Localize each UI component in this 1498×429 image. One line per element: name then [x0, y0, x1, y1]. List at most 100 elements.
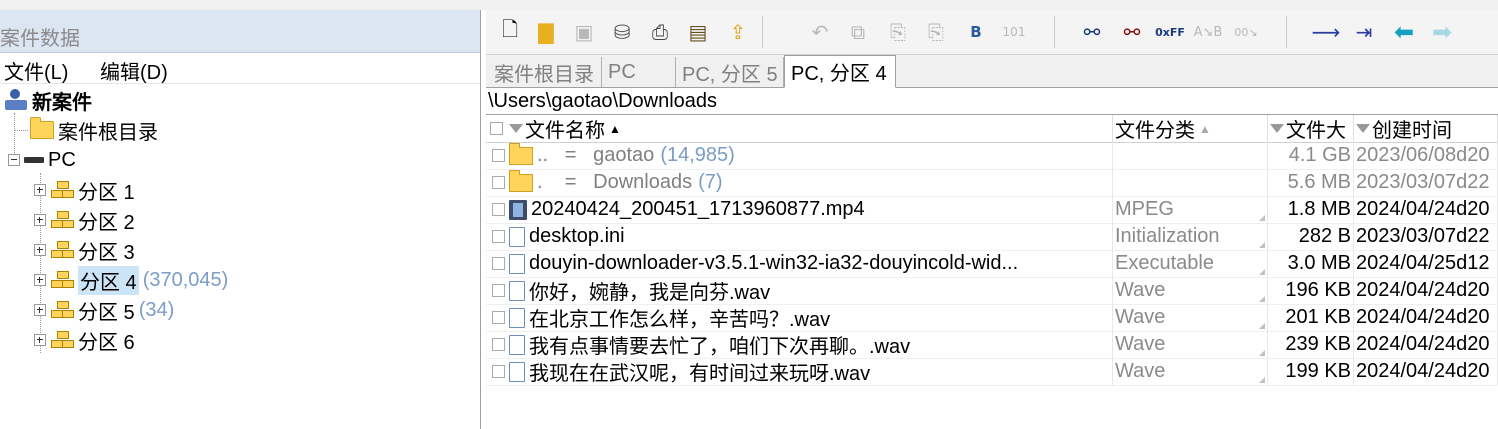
- tree-node-root-dir[interactable]: 案件根目录: [30, 115, 158, 145]
- cell-created: 2023/06/08d20: [1354, 142, 1498, 169]
- table-row[interactable]: 20240424_200451_1713960877.mp4 MPEG 1.8 MB…: [486, 196, 1498, 224]
- paste-icon[interactable]: ⎘: [884, 18, 912, 46]
- row-checkbox[interactable]: [492, 230, 505, 243]
- new-case-icon[interactable]: 🗋: [496, 17, 524, 46]
- video-file-icon: [509, 199, 527, 220]
- filter-icon[interactable]: [1270, 124, 1284, 133]
- table-row[interactable]: desktop.ini Initialization 282 B 2023/03/07…: [486, 223, 1498, 251]
- row-checkbox[interactable]: [492, 257, 505, 270]
- cell-type: Wave: [1113, 277, 1268, 304]
- cell-type: [1113, 142, 1268, 169]
- binoculars-icon[interactable]: ⚯: [1078, 18, 1106, 46]
- expand-icon[interactable]: [34, 304, 46, 316]
- forward-icon[interactable]: ➡: [1428, 18, 1456, 46]
- table-row[interactable]: 我有点事情要去忙了，咱们下次再聊。.wav Wave 239 KB 2024/04/2…: [486, 331, 1498, 359]
- tree-node-partition-2[interactable]: 分区 2: [34, 205, 135, 235]
- table-row[interactable]: .. = gaotao (14,985) 4.1 GB 2023/06/08d20: [486, 142, 1498, 170]
- bin-icon[interactable]: 101: [1000, 18, 1028, 46]
- col-size[interactable]: 文件大: [1268, 115, 1354, 142]
- case-data-menu: 文件(L) 编辑(D): [0, 53, 480, 84]
- save-icon[interactable]: ▣: [570, 18, 598, 46]
- cell-size: 201 KB: [1268, 304, 1354, 331]
- expand-icon[interactable]: [34, 214, 46, 226]
- cell-type: MPEG: [1113, 196, 1268, 223]
- row-checkbox[interactable]: [492, 203, 505, 216]
- paste-special-icon[interactable]: ⎘: [922, 18, 950, 46]
- cell-filename: desktop.ini: [486, 223, 1113, 250]
- tree-node-partition-4[interactable]: 分区 4 (370,045): [34, 265, 228, 295]
- toolbar: 🗋 ▇ ▣ ⛁ ⎙ ▤ ⇪ ↶ ⧉ ⎘ ⎘ B 101 ⚯ ⚯ 0xFF A↘B…: [486, 10, 1498, 55]
- cell-type: Wave: [1113, 304, 1268, 331]
- expand-icon[interactable]: [34, 244, 46, 256]
- upload-icon[interactable]: ⇪: [724, 18, 752, 46]
- file-icon: [509, 307, 525, 328]
- row-checkbox[interactable]: [492, 338, 505, 351]
- row-checkbox[interactable]: [492, 284, 505, 297]
- cell-created: 2024/04/24d20: [1354, 196, 1498, 223]
- edit-menu[interactable]: 编辑(D): [100, 56, 168, 85]
- expand-icon[interactable]: [34, 334, 46, 346]
- disk-icon[interactable]: ⛁: [608, 18, 636, 46]
- hex-replace-icon[interactable]: 00↘: [1232, 18, 1260, 46]
- expand-icon[interactable]: [34, 184, 46, 196]
- partition-icon: [50, 241, 74, 259]
- partition-icon: [50, 211, 74, 229]
- case-data-title: 案件数据: [0, 28, 80, 50]
- undo-icon[interactable]: ↶: [806, 18, 834, 46]
- go-to-mark-icon[interactable]: ⇥: [1350, 18, 1378, 46]
- col-filename[interactable]: 文件名称 ▲: [486, 115, 1113, 142]
- row-checkbox[interactable]: [492, 365, 505, 378]
- tab-case-root[interactable]: 案件根目录: [488, 57, 602, 87]
- cell-size: 5.6 MB: [1268, 169, 1354, 196]
- copy-icon[interactable]: ⧉: [844, 18, 872, 46]
- back-icon[interactable]: ⬅: [1390, 18, 1418, 46]
- table-row[interactable]: douyin-downloader-v3.5.1-win32-ia32-douy…: [486, 250, 1498, 278]
- binoculars-red-icon[interactable]: ⚯: [1118, 18, 1146, 46]
- row-checkbox[interactable]: [492, 311, 505, 324]
- filter-icon[interactable]: [509, 124, 523, 133]
- table-row[interactable]: 你好，婉静，我是向芬.wav Wave 196 KB 2024/04/24d20: [486, 277, 1498, 305]
- row-checkbox[interactable]: [492, 149, 505, 162]
- tree-node-pc[interactable]: PC: [8, 145, 76, 175]
- cell-type: Initialization: [1113, 223, 1268, 250]
- case-data-panel: 案件数据 文件(L) 编辑(D) 新案件 案件根目录 PC 分区 1 分区 2 …: [0, 10, 481, 429]
- tree-node-partition-3[interactable]: 分区 3: [34, 235, 135, 265]
- row-checkbox[interactable]: [492, 176, 505, 189]
- cell-created: 2024/04/24d20: [1354, 331, 1498, 358]
- cell-size: 1.8 MB: [1268, 196, 1354, 223]
- col-created[interactable]: 创建时间: [1354, 115, 1498, 142]
- file-icon: [509, 226, 525, 247]
- table-row[interactable]: . = Downloads (7) 5.6 MB 2023/03/07d22: [486, 169, 1498, 197]
- tab-pc-partition-4[interactable]: PC, 分区 4: [784, 55, 896, 88]
- printer-icon[interactable]: ⎙: [646, 18, 674, 46]
- tree-node-partition-6[interactable]: 分区 6: [34, 325, 135, 355]
- collapse-icon[interactable]: [8, 154, 20, 166]
- open-folder-icon[interactable]: ▇: [532, 18, 560, 46]
- file-icon: [509, 253, 525, 274]
- cell-size: 282 B: [1268, 223, 1354, 250]
- cell-type: [1113, 169, 1268, 196]
- tab-pc[interactable]: PC: [602, 57, 676, 87]
- table-row[interactable]: 在北京工作怎么样，辛苦吗？.wav Wave 201 KB 2024/04/24d20: [486, 304, 1498, 332]
- case-icon: [4, 89, 28, 111]
- replace-icon[interactable]: A↘B: [1194, 18, 1223, 46]
- col-type[interactable]: 文件分类 ▲: [1113, 115, 1268, 142]
- drive-icon: [24, 157, 44, 163]
- hex-b-icon[interactable]: B: [962, 18, 990, 46]
- properties-icon[interactable]: ▤: [684, 18, 712, 46]
- expand-icon[interactable]: [34, 274, 46, 286]
- cell-created: 2023/03/07d22: [1354, 223, 1498, 250]
- tree-node-partition-1[interactable]: 分区 1: [34, 175, 135, 205]
- table-row[interactable]: 我现在在武汉呢，有时间过来玩呀.wav Wave 199 KB 2024/04/24d…: [486, 358, 1498, 386]
- tree-node-partition-5[interactable]: 分区 5 (34): [34, 295, 174, 325]
- tab-pc-partition-5[interactable]: PC, 分区 5: [676, 57, 784, 87]
- cell-filename: 20240424_200451_1713960877.mp4: [486, 196, 1113, 223]
- filter-icon[interactable]: [1356, 124, 1370, 133]
- go-to-icon[interactable]: ⟶: [1312, 18, 1341, 46]
- tree-node-case[interactable]: 新案件: [4, 85, 92, 115]
- file-icon: [509, 334, 525, 355]
- partition-icon: [50, 181, 74, 199]
- file-menu[interactable]: 文件(L): [4, 56, 68, 85]
- hex-search-icon[interactable]: 0xFF: [1155, 18, 1185, 46]
- select-all-checkbox[interactable]: [490, 122, 503, 135]
